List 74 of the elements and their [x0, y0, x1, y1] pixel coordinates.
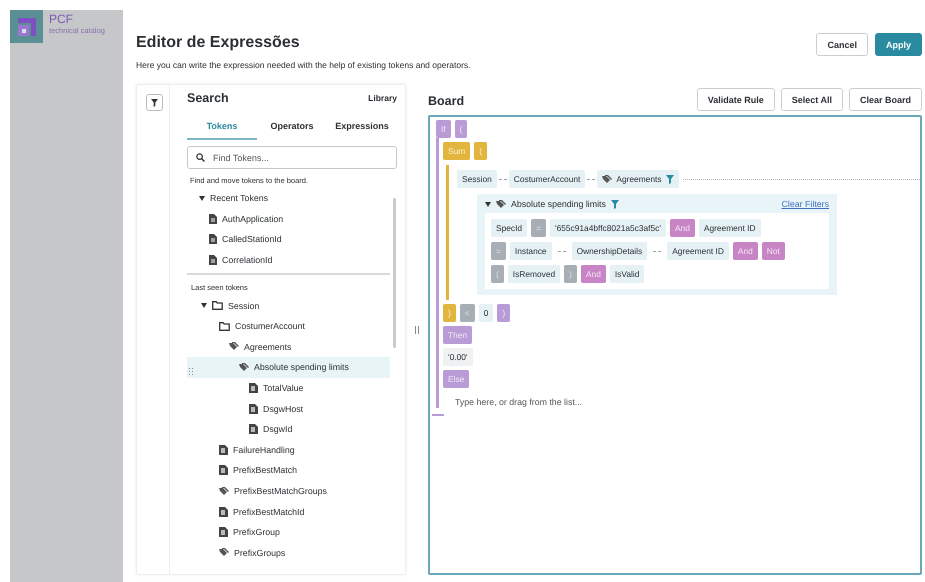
search-icon: [196, 153, 205, 162]
logo-icon: [10, 10, 43, 43]
tree-item[interactable]: CorrelationId: [187, 250, 390, 270]
caret-icon[interactable]: [485, 202, 491, 206]
tree-item[interactable]: DsgwId: [187, 418, 390, 440]
field-icon: [219, 444, 228, 455]
drag-handle-icon[interactable]: [415, 326, 419, 334]
field-icon: [249, 404, 258, 414]
filter-title: Absolute spending limits: [511, 199, 606, 209]
folder-icon: [212, 301, 223, 310]
cancel-button[interactable]: Cancel: [816, 33, 868, 56]
tag-icon: [219, 486, 229, 496]
expression-token[interactable]: CostumerAccount: [508, 170, 586, 188]
document-icon: [209, 214, 217, 224]
tree-item[interactable]: Session: [187, 295, 390, 316]
tree-item[interactable]: Agreements: [187, 336, 390, 358]
expression-token[interactable]: Instance: [510, 242, 552, 260]
tree-item[interactable]: PrefixGroup: [187, 522, 390, 542]
tree-item[interactable]: PrefixGroups: [187, 542, 390, 564]
expression-token[interactable]: IsRemoved: [508, 265, 560, 283]
tree-item[interactable]: CostumerAccount: [187, 316, 390, 337]
filter-icon: [151, 98, 158, 106]
board-button[interactable]: Clear Board: [848, 88, 922, 111]
board-title: Board: [428, 94, 464, 108]
expression-token[interactable]: Session: [457, 170, 497, 188]
expression-token[interactable]: Agreement ID: [698, 219, 761, 237]
field-icon: [249, 424, 258, 434]
tree-item[interactable]: TotalValue: [187, 378, 390, 398]
field-icon: [249, 383, 258, 394]
page-title: Editor de Expressões: [136, 34, 301, 52]
tag-icon: [496, 200, 506, 208]
tab[interactable]: Operators: [257, 117, 327, 140]
tree-item[interactable]: PrefixBestMatchGroups: [187, 480, 390, 502]
document-icon: [209, 255, 217, 266]
tree-item[interactable]: AuthApplication: [187, 208, 390, 230]
field-icon: [219, 506, 228, 517]
tree-section[interactable]: Recent Tokens: [187, 188, 390, 209]
tab[interactable]: Tokens: [187, 117, 257, 140]
folder-icon: [219, 322, 230, 331]
expression-token[interactable]: 0: [478, 304, 494, 322]
expression-token[interactable]: Agreements: [597, 170, 679, 188]
filter-icon[interactable]: [666, 174, 674, 184]
expression-token[interactable]: '655c91a4bffc8021a5c3af5c': [550, 219, 666, 237]
filter-button[interactable]: [146, 94, 163, 111]
search-field[interactable]: Find Tokens...: [187, 146, 397, 169]
app-name: PCF: [49, 13, 74, 26]
library-link[interactable]: Library: [368, 93, 397, 103]
search-title: Search: [187, 91, 229, 105]
tab[interactable]: Expressions: [327, 117, 397, 140]
document-icon: [209, 234, 217, 244]
board-button[interactable]: Validate Rule: [696, 88, 775, 111]
expression-token[interactable]: IsValid: [610, 265, 644, 283]
board-button[interactable]: Select All: [780, 88, 843, 111]
tag-icon: [219, 548, 229, 558]
field-icon: [219, 527, 228, 538]
apply-button[interactable]: Apply: [874, 33, 922, 56]
caret-icon[interactable]: [201, 303, 207, 308]
clear-filters-link[interactable]: Clear Filters: [782, 199, 829, 209]
tag-icon: [239, 362, 249, 372]
expression-token[interactable]: OwnershipDetails: [572, 242, 648, 260]
tree-item[interactable]: FailureHandling: [187, 440, 390, 460]
tag-icon: [602, 174, 612, 184]
field-icon: [219, 465, 228, 476]
value-token[interactable]: '0.00': [443, 348, 472, 366]
expression-token[interactable]: SpecId: [491, 219, 528, 237]
tree-item[interactable]: CalledStationId: [187, 229, 390, 250]
filter-icon[interactable]: [610, 200, 619, 208]
tree-item[interactable]: PrefixBestMatch: [187, 460, 390, 481]
tree-item[interactable]: PrefixBestMatchId: [187, 501, 390, 522]
expression-token[interactable]: Agreement ID: [667, 242, 729, 260]
tree-item[interactable]: DsgwHost: [187, 398, 390, 419]
tag-icon: [229, 342, 239, 352]
caret-icon[interactable]: [199, 196, 205, 201]
page-subtitle: Here you can write the expression needed with the help of existing tokens and operators.: [136, 60, 471, 70]
